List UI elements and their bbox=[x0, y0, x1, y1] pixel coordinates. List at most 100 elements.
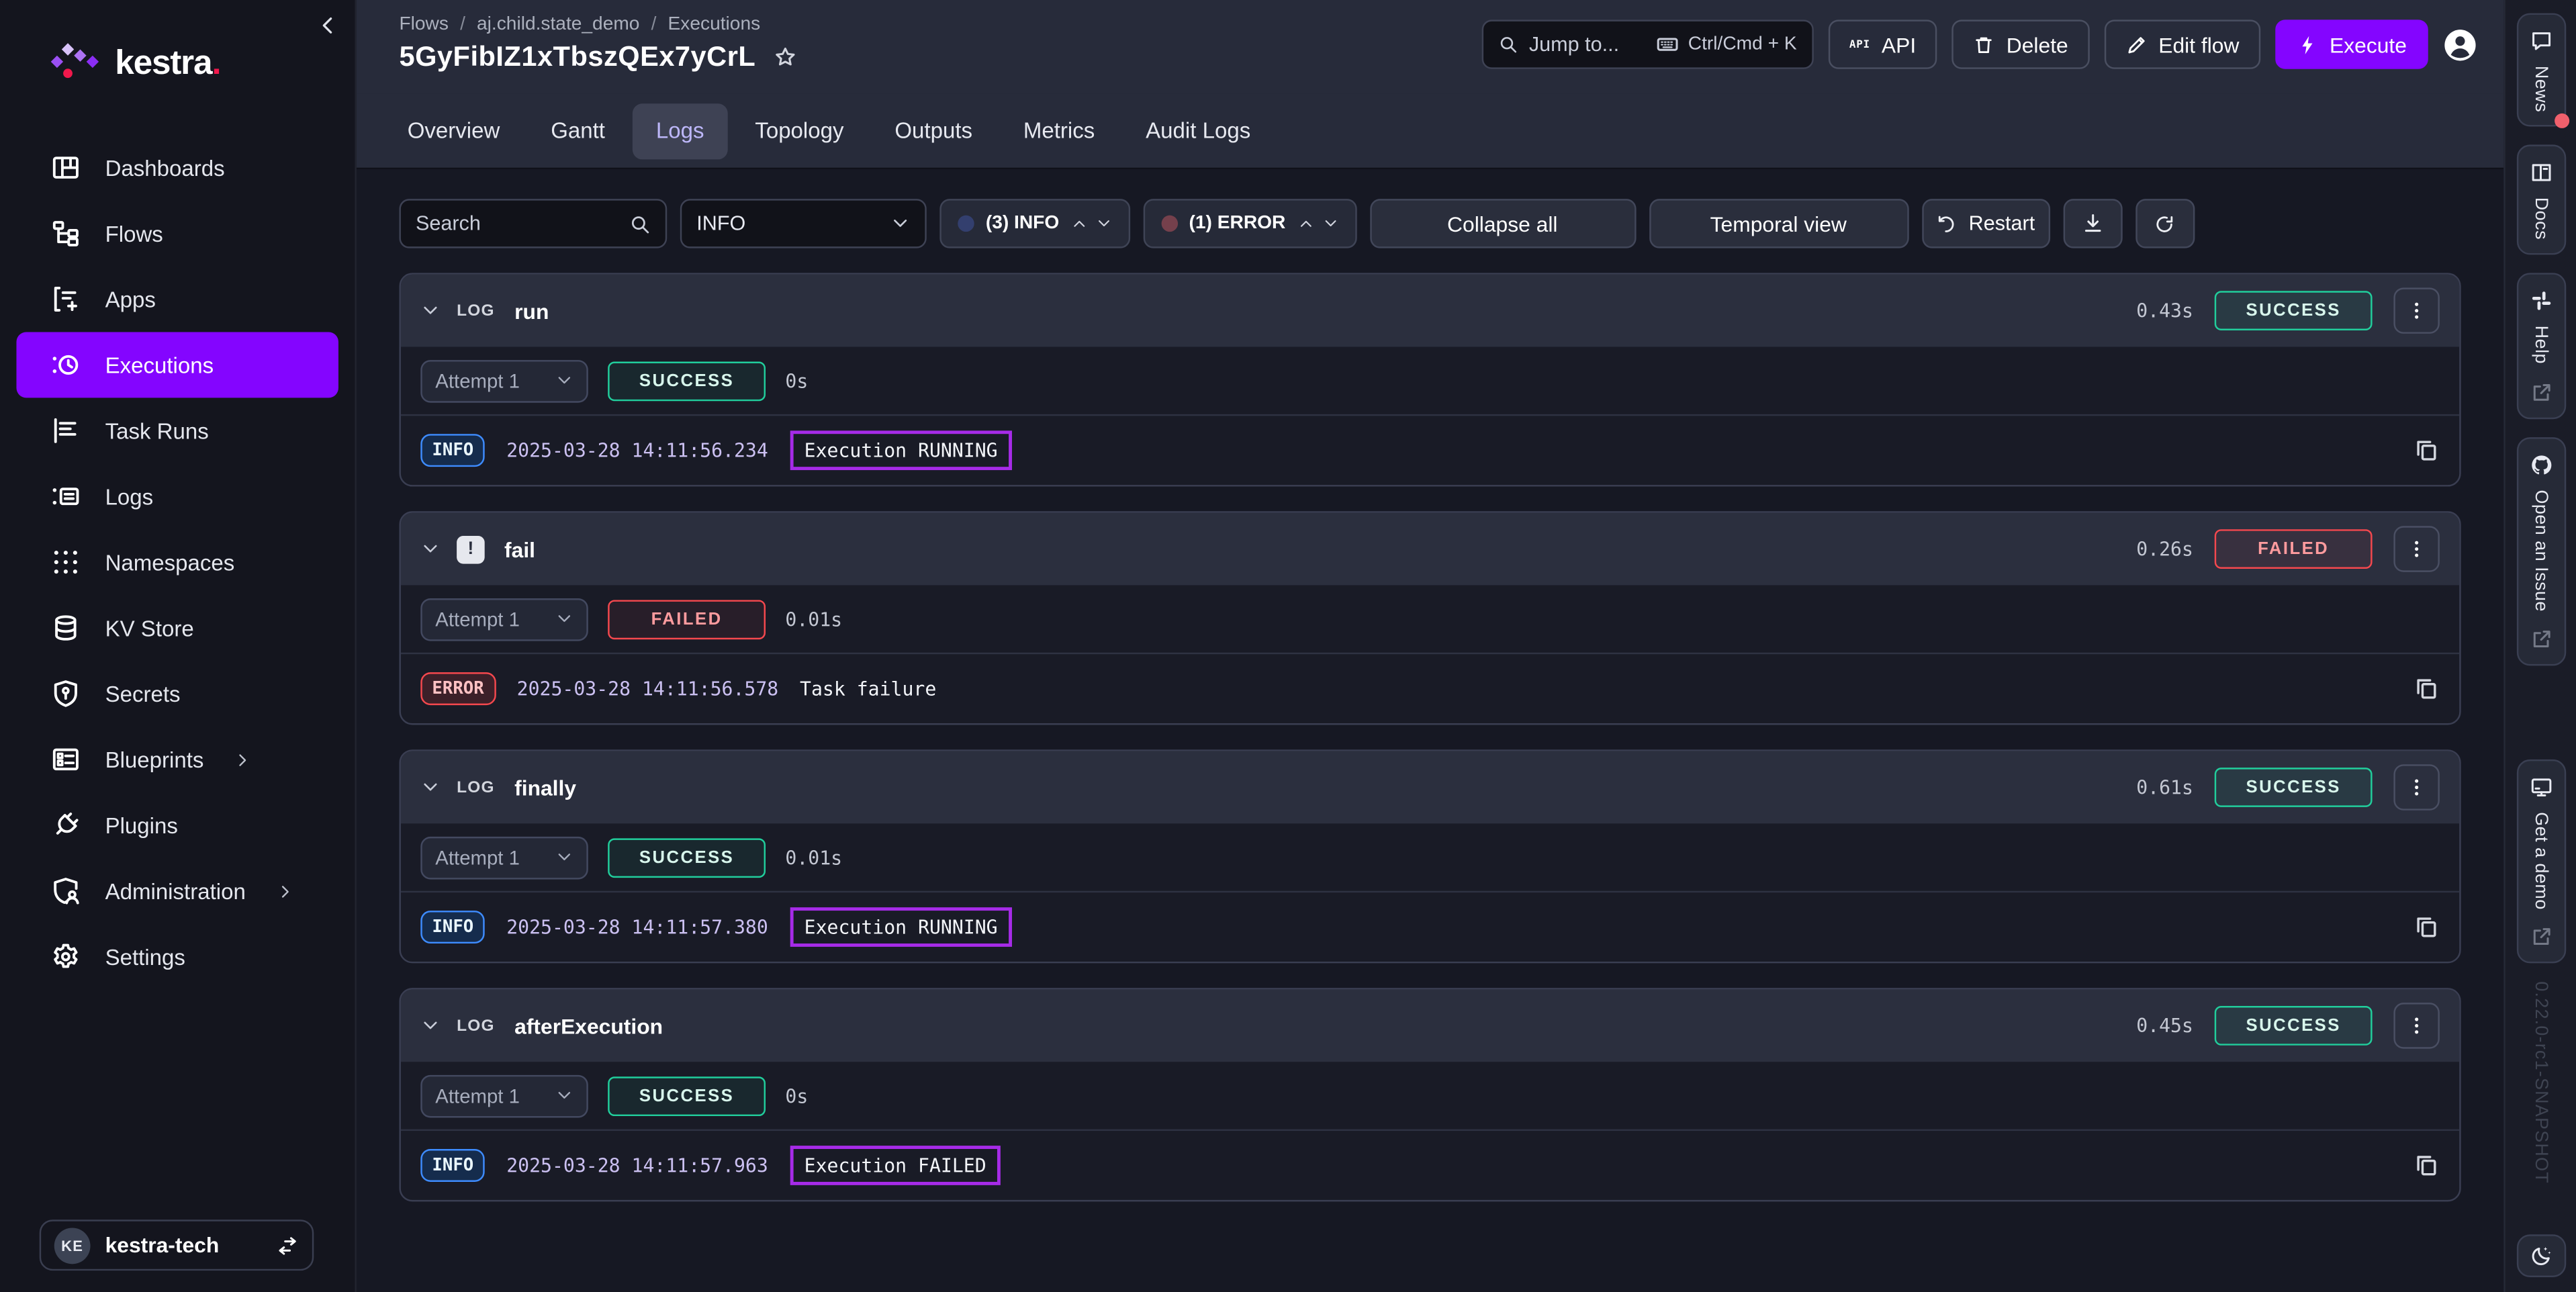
sidebar-item-label: Task Runs bbox=[105, 418, 209, 443]
attempt-select[interactable]: Attempt 1 bbox=[420, 598, 588, 641]
sidebar-item-dashboards[interactable]: Dashboards bbox=[16, 135, 338, 201]
rail-item-label: Open an Issue bbox=[2531, 490, 2550, 612]
jump-to-search[interactable]: Jump to... Ctrl/Cmd + K bbox=[1481, 19, 1813, 68]
breadcrumb-item-aj-child-state-demo[interactable]: aj.child.state_demo bbox=[477, 15, 639, 34]
task-section-header[interactable]: LOGafterExecution0.45sSUCCESS bbox=[401, 990, 2459, 1062]
attempt-select[interactable]: Attempt 1 bbox=[420, 836, 588, 879]
breadcrumb-item-executions[interactable]: Executions bbox=[668, 15, 761, 34]
delete-button[interactable]: Delete bbox=[1952, 19, 2089, 68]
button-label: Delete bbox=[2007, 32, 2068, 57]
sidebar-item-label: Blueprints bbox=[105, 747, 204, 772]
task-section-header[interactable]: LOGrun0.43sSUCCESS bbox=[401, 275, 2459, 347]
sidebar-item-secrets[interactable]: Secrets bbox=[16, 661, 338, 727]
refresh-logs-button[interactable] bbox=[2135, 199, 2194, 248]
tab-metrics[interactable]: Metrics bbox=[1001, 103, 1118, 158]
tab-logs[interactable]: Logs bbox=[633, 103, 727, 158]
chevron-down-icon bbox=[420, 539, 440, 559]
attempt-status-badge: FAILED bbox=[608, 599, 766, 639]
copy-log-button[interactable] bbox=[2413, 1152, 2440, 1179]
sidebar-item-flows[interactable]: Flows bbox=[16, 201, 338, 267]
task-name: run bbox=[514, 298, 549, 323]
docs-icon bbox=[2529, 162, 2552, 185]
task-duration: 0.45s bbox=[2136, 1014, 2193, 1037]
log-level-badge: INFO bbox=[420, 911, 485, 943]
rail-item-help[interactable]: Help bbox=[2516, 273, 2565, 418]
collapse-all-button[interactable]: Collapse all bbox=[1369, 199, 1635, 248]
task-header-right: 0.26sFAILED bbox=[2136, 526, 2440, 572]
task-duration: 0.26s bbox=[2136, 537, 2193, 560]
user-avatar[interactable] bbox=[2443, 27, 2477, 61]
theme-toggle-button[interactable] bbox=[2516, 1234, 2565, 1277]
button-label: Execute bbox=[2330, 32, 2407, 57]
task-menu-button[interactable] bbox=[2393, 764, 2439, 811]
level-pill-error[interactable]: (1) ERROR bbox=[1143, 199, 1356, 248]
log-level-select[interactable]: INFO bbox=[680, 199, 927, 248]
sidebar-item-kv-store[interactable]: KV Store bbox=[16, 595, 338, 661]
shortcut-hint: Ctrl/Cmd + K bbox=[1655, 33, 1797, 56]
level-pill-label: (1) ERROR bbox=[1189, 214, 1286, 233]
sidebar-item-apps[interactable]: Apps bbox=[16, 267, 338, 332]
task-menu-button[interactable] bbox=[2393, 526, 2439, 572]
copy-log-button[interactable] bbox=[2413, 914, 2440, 940]
task-name: finally bbox=[514, 775, 576, 800]
sidebar-item-plugins[interactable]: Plugins bbox=[16, 792, 338, 858]
sidebar-item-executions[interactable]: Executions bbox=[16, 332, 338, 398]
attempt-select[interactable]: Attempt 1 bbox=[420, 1074, 588, 1117]
sidebar-collapse-button[interactable] bbox=[316, 13, 340, 38]
alert-task-type-icon: ! bbox=[457, 535, 485, 563]
task-menu-button[interactable] bbox=[2393, 1003, 2439, 1049]
task-runs-icon bbox=[51, 416, 81, 445]
task-section-header[interactable]: LOGfinally0.61sSUCCESS bbox=[401, 751, 2459, 824]
log-level-value: INFO bbox=[696, 212, 745, 235]
workspace-switcher[interactable]: KE kestra-tech bbox=[40, 1219, 314, 1271]
attempt-duration: 0.01s bbox=[785, 845, 842, 868]
sidebar-item-label: Dashboards bbox=[105, 155, 225, 180]
log-row: INFO2025-03-28 14:11:56.234Execution RUN… bbox=[401, 416, 2459, 485]
search-field[interactable] bbox=[399, 199, 667, 248]
tab-topology[interactable]: Topology bbox=[732, 103, 867, 158]
log-timestamp: 2025-03-28 14:11:56.234 bbox=[506, 439, 768, 462]
sidebar-item-logs[interactable]: Logs bbox=[16, 463, 338, 529]
task-menu-button[interactable] bbox=[2393, 287, 2439, 334]
sidebar-item-administration[interactable]: Administration bbox=[16, 858, 338, 924]
log-message: Task failure bbox=[800, 677, 936, 700]
tab-overview[interactable]: Overview bbox=[384, 103, 522, 158]
search-input[interactable] bbox=[416, 212, 629, 235]
rail-item-open-an-issue[interactable]: Open an Issue bbox=[2516, 436, 2565, 665]
sidebar-item-settings[interactable]: Settings bbox=[16, 924, 338, 990]
breadcrumb-item-flows[interactable]: Flows bbox=[399, 15, 448, 34]
log-message: Execution FAILED bbox=[790, 1146, 1001, 1185]
apps-icon bbox=[51, 284, 81, 314]
attempt-status-badge: SUCCESS bbox=[608, 361, 766, 400]
external-link-icon bbox=[2529, 628, 2552, 651]
execute-button[interactable]: Execute bbox=[2275, 19, 2428, 68]
brand-name: kestra. bbox=[115, 44, 220, 83]
tabs: OverviewGanttLogsTopologyOutputsMetricsA… bbox=[357, 94, 2503, 170]
sidebar-item-namespaces[interactable]: Namespaces bbox=[16, 529, 338, 595]
chevron-down-icon bbox=[1095, 216, 1111, 232]
copy-log-button[interactable] bbox=[2413, 437, 2440, 463]
rail-item-docs[interactable]: Docs bbox=[2516, 145, 2565, 255]
api-button[interactable]: APIAPI bbox=[1828, 19, 1937, 68]
sidebar-item-label: Plugins bbox=[105, 813, 178, 837]
external-link-icon bbox=[2529, 926, 2552, 949]
chevron-right-icon bbox=[234, 750, 252, 768]
edit-flow-button[interactable]: Edit flow bbox=[2105, 19, 2261, 68]
tab-outputs[interactable]: Outputs bbox=[872, 103, 995, 158]
task-section-finally: LOGfinally0.61sSUCCESSAttempt 1SUCCESS0.… bbox=[399, 749, 2460, 963]
rail-item-get-a-demo[interactable]: Get a demo bbox=[2516, 759, 2565, 964]
attempt-select[interactable]: Attempt 1 bbox=[420, 359, 588, 402]
rail-item-news[interactable]: News bbox=[2516, 13, 2565, 128]
copy-log-button[interactable] bbox=[2413, 676, 2440, 702]
tab-audit-logs[interactable]: Audit Logs bbox=[1123, 103, 1274, 158]
sidebar-item-blueprints[interactable]: Blueprints bbox=[16, 727, 338, 792]
download-logs-button[interactable] bbox=[2062, 199, 2121, 248]
level-pill-info[interactable]: (3) INFO bbox=[939, 199, 1130, 248]
favorite-star-icon[interactable] bbox=[774, 46, 796, 69]
swap-workspace-icon bbox=[276, 1234, 299, 1256]
task-section-header[interactable]: !fail0.26sFAILED bbox=[401, 513, 2459, 586]
restart-button[interactable]: Restart bbox=[1921, 199, 2050, 248]
sidebar-item-task-runs[interactable]: Task Runs bbox=[16, 398, 338, 463]
temporal-view-button[interactable]: Temporal view bbox=[1649, 199, 1908, 248]
tab-gantt[interactable]: Gantt bbox=[528, 103, 628, 158]
